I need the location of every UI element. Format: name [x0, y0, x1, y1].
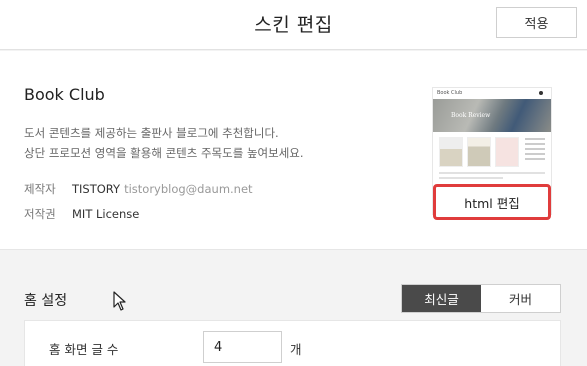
tab-cover[interactable]: 커버	[481, 285, 560, 312]
skin-description: 도서 콘텐츠를 제공하는 출판사 블로그에 추천합니다. 상단 프로모션 영역을…	[24, 123, 304, 163]
thumbnail-hero: Book Review	[433, 99, 551, 132]
thumbnail-card	[439, 137, 463, 167]
skin-description-line: 도서 콘텐츠를 제공하는 출판사 블로그에 추천합니다.	[24, 126, 279, 140]
post-count-unit: 개	[290, 342, 302, 357]
home-type-toggle: 최신글 커버	[401, 284, 561, 313]
top-bar: 스킨 편집 적용	[0, 0, 587, 50]
maker-name: TISTORY	[72, 182, 121, 196]
license-key: 저작권	[24, 207, 56, 221]
skin-description-line: 상단 프로모션 영역을 활용해 콘텐츠 주목도를 높여보세요.	[24, 146, 304, 160]
maker-key: 제작자	[24, 182, 56, 196]
thumbnail-search-icon	[539, 91, 543, 95]
home-settings-box: 홈 화면 글 수 개	[24, 320, 561, 366]
html-edit-button[interactable]: html 편집	[433, 184, 551, 220]
tab-latest-posts[interactable]: 최신글	[402, 285, 481, 312]
maker-row: 제작자 TISTORY tistoryblog@daum.net	[24, 181, 253, 197]
license-row: 저작권 MIT License	[24, 206, 139, 222]
thumbnail-lines	[433, 172, 551, 179]
thumbnail-sidebar	[525, 138, 545, 168]
skin-name: Book Club	[24, 85, 105, 104]
license-value: MIT License	[72, 207, 140, 221]
apply-button[interactable]: 적용	[496, 7, 577, 38]
skin-info-panel: Book Club 도서 콘텐츠를 제공하는 출판사 블로그에 추천합니다. 상…	[0, 51, 587, 250]
thumbnail-title: Book Club	[437, 90, 463, 96]
home-settings-title: 홈 설정	[24, 293, 68, 309]
thumbnail-card	[495, 137, 519, 167]
thumbnail-card	[467, 137, 491, 167]
mouse-cursor-icon	[113, 291, 126, 311]
maker-email: tistoryblog@daum.net	[124, 182, 253, 196]
post-count-label: 홈 화면 글 수	[49, 342, 119, 357]
post-count-input[interactable]	[203, 331, 282, 363]
thumbnail-header: Book Club	[433, 88, 551, 99]
thumbnail-hero-text: Book Review	[451, 112, 491, 119]
